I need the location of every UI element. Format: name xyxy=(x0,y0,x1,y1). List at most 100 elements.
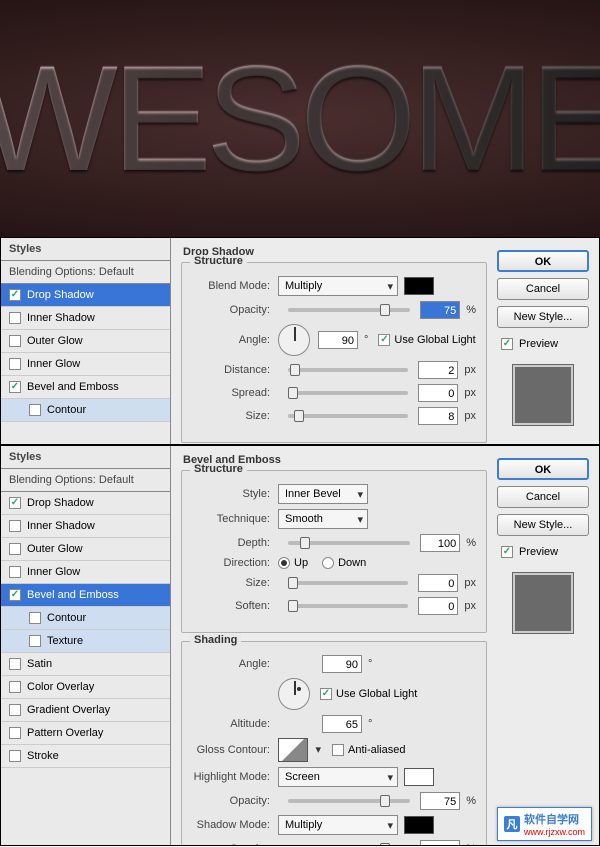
angle-input[interactable]: 90 xyxy=(322,655,362,673)
effect-checkbox[interactable] xyxy=(9,704,21,716)
effect-checkbox[interactable] xyxy=(9,381,21,393)
soften-slider[interactable] xyxy=(288,604,408,608)
distance-input[interactable]: 2 xyxy=(418,361,458,379)
angle-dial[interactable] xyxy=(278,324,310,356)
ok-button[interactable]: OK xyxy=(497,458,589,480)
depth-slider[interactable] xyxy=(288,541,410,545)
angle-input[interactable]: 90 xyxy=(318,331,358,349)
gloss-contour-picker[interactable] xyxy=(278,738,308,762)
sidebar-item-stroke[interactable]: Stroke xyxy=(1,745,170,768)
effect-checkbox[interactable] xyxy=(9,727,21,739)
depth-input[interactable]: 100 xyxy=(420,534,460,552)
sidebar-item-inner-glow[interactable]: Inner Glow xyxy=(1,561,170,584)
effect-checkbox[interactable] xyxy=(9,520,21,532)
opacity-slider[interactable] xyxy=(288,308,410,312)
blend-mode-select[interactable]: Multiply xyxy=(278,276,398,296)
global-light-checkbox[interactable] xyxy=(378,334,390,346)
sidebar-item-gradient-overlay[interactable]: Gradient Overlay xyxy=(1,699,170,722)
sidebar-item-outer-glow[interactable]: Outer Glow xyxy=(1,538,170,561)
effect-checkbox[interactable] xyxy=(9,681,21,693)
sidebar-item-drop-shadow[interactable]: Drop Shadow xyxy=(1,492,170,515)
cancel-button[interactable]: Cancel xyxy=(497,486,589,508)
spread-slider[interactable] xyxy=(288,391,408,395)
new-style-button[interactable]: New Style... xyxy=(497,306,589,328)
sidebar-item-inner-glow[interactable]: Inner Glow xyxy=(1,353,170,376)
sidebar-item-contour[interactable]: Contour xyxy=(1,399,170,422)
effect-label: Drop Shadow xyxy=(27,289,94,301)
sidebar-item-satin[interactable]: Satin xyxy=(1,653,170,676)
effect-checkbox[interactable] xyxy=(9,589,21,601)
global-light-label: Use Global Light xyxy=(336,688,417,700)
sidebar-item-inner-shadow[interactable]: Inner Shadow xyxy=(1,515,170,538)
size-input[interactable]: 8 xyxy=(418,407,458,425)
shadow-color-swatch[interactable] xyxy=(404,277,434,295)
size-slider[interactable] xyxy=(288,414,408,418)
effect-checkbox[interactable] xyxy=(9,543,21,555)
cancel-button[interactable]: Cancel xyxy=(497,278,589,300)
technique-select[interactable]: Smooth xyxy=(278,509,368,529)
structure-fieldset: Structure Style: Inner Bevel Technique: … xyxy=(181,470,487,633)
effect-checkbox[interactable] xyxy=(9,750,21,762)
size-input[interactable]: 0 xyxy=(418,574,458,592)
angle-altitude-dial[interactable] xyxy=(278,678,310,710)
direction-up-radio[interactable] xyxy=(278,557,290,569)
anti-aliased-checkbox[interactable] xyxy=(332,744,344,756)
preview-label: Preview xyxy=(519,338,558,350)
styles-sidebar: Styles Blending Options: Default Drop Sh… xyxy=(1,238,171,445)
effect-label: Pattern Overlay xyxy=(27,727,103,739)
hero-preview: WESOME xyxy=(0,0,600,237)
ok-button[interactable]: OK xyxy=(497,250,589,272)
sidebar-item-inner-shadow[interactable]: Inner Shadow xyxy=(1,307,170,330)
effect-label: Contour xyxy=(47,404,86,416)
styles-header: Styles xyxy=(1,238,170,261)
blending-options[interactable]: Blending Options: Default xyxy=(1,261,170,284)
sh-opacity-input[interactable]: 75 xyxy=(420,840,460,846)
sidebar-item-bevel-and-emboss[interactable]: Bevel and Emboss xyxy=(1,376,170,399)
sidebar-item-texture[interactable]: Texture xyxy=(1,630,170,653)
highlight-mode-select[interactable]: Screen xyxy=(278,767,398,787)
altitude-input[interactable]: 65 xyxy=(322,715,362,733)
angle-unit: ° xyxy=(368,658,372,670)
effect-label: Contour xyxy=(47,612,86,624)
effect-checkbox[interactable] xyxy=(9,312,21,324)
shadow-mode-select[interactable]: Multiply xyxy=(278,815,398,835)
preview-checkbox[interactable] xyxy=(501,338,513,350)
sh-opacity-unit: % xyxy=(466,843,476,846)
distance-slider[interactable] xyxy=(288,368,408,372)
size-label: Size: xyxy=(192,577,278,589)
sidebar-item-outer-glow[interactable]: Outer Glow xyxy=(1,330,170,353)
effect-checkbox[interactable] xyxy=(9,497,21,509)
size-slider[interactable] xyxy=(288,581,408,585)
soften-input[interactable]: 0 xyxy=(418,597,458,615)
effect-label: Bevel and Emboss xyxy=(27,381,119,393)
sidebar-item-color-overlay[interactable]: Color Overlay xyxy=(1,676,170,699)
opacity-input[interactable]: 75 xyxy=(420,301,460,319)
effect-checkbox[interactable] xyxy=(29,404,41,416)
effect-checkbox[interactable] xyxy=(29,635,41,647)
sidebar-item-bevel-and-emboss[interactable]: Bevel and Emboss xyxy=(1,584,170,607)
new-style-button[interactable]: New Style... xyxy=(497,514,589,536)
preview-checkbox[interactable] xyxy=(501,546,513,558)
direction-down-radio[interactable] xyxy=(322,557,334,569)
sidebar-item-pattern-overlay[interactable]: Pattern Overlay xyxy=(1,722,170,745)
preview-label: Preview xyxy=(519,546,558,558)
sidebar-item-drop-shadow[interactable]: Drop Shadow xyxy=(1,284,170,307)
effect-checkbox[interactable] xyxy=(9,289,21,301)
effect-checkbox[interactable] xyxy=(9,566,21,578)
effect-checkbox[interactable] xyxy=(29,612,41,624)
effect-checkbox[interactable] xyxy=(9,358,21,370)
hl-opacity-slider[interactable] xyxy=(288,799,410,803)
hl-opacity-input[interactable]: 75 xyxy=(420,792,460,810)
blending-options[interactable]: Blending Options: Default xyxy=(1,469,170,492)
effect-checkbox[interactable] xyxy=(9,658,21,670)
spread-input[interactable]: 0 xyxy=(418,384,458,402)
highlight-color-swatch[interactable] xyxy=(404,768,434,786)
opacity-unit: % xyxy=(466,304,476,316)
style-select[interactable]: Inner Bevel xyxy=(278,484,368,504)
depth-unit: % xyxy=(466,537,476,549)
hero-text: WESOME xyxy=(0,32,600,205)
shadow-color-swatch[interactable] xyxy=(404,816,434,834)
global-light-checkbox[interactable] xyxy=(320,688,332,700)
effect-checkbox[interactable] xyxy=(9,335,21,347)
sidebar-item-contour[interactable]: Contour xyxy=(1,607,170,630)
